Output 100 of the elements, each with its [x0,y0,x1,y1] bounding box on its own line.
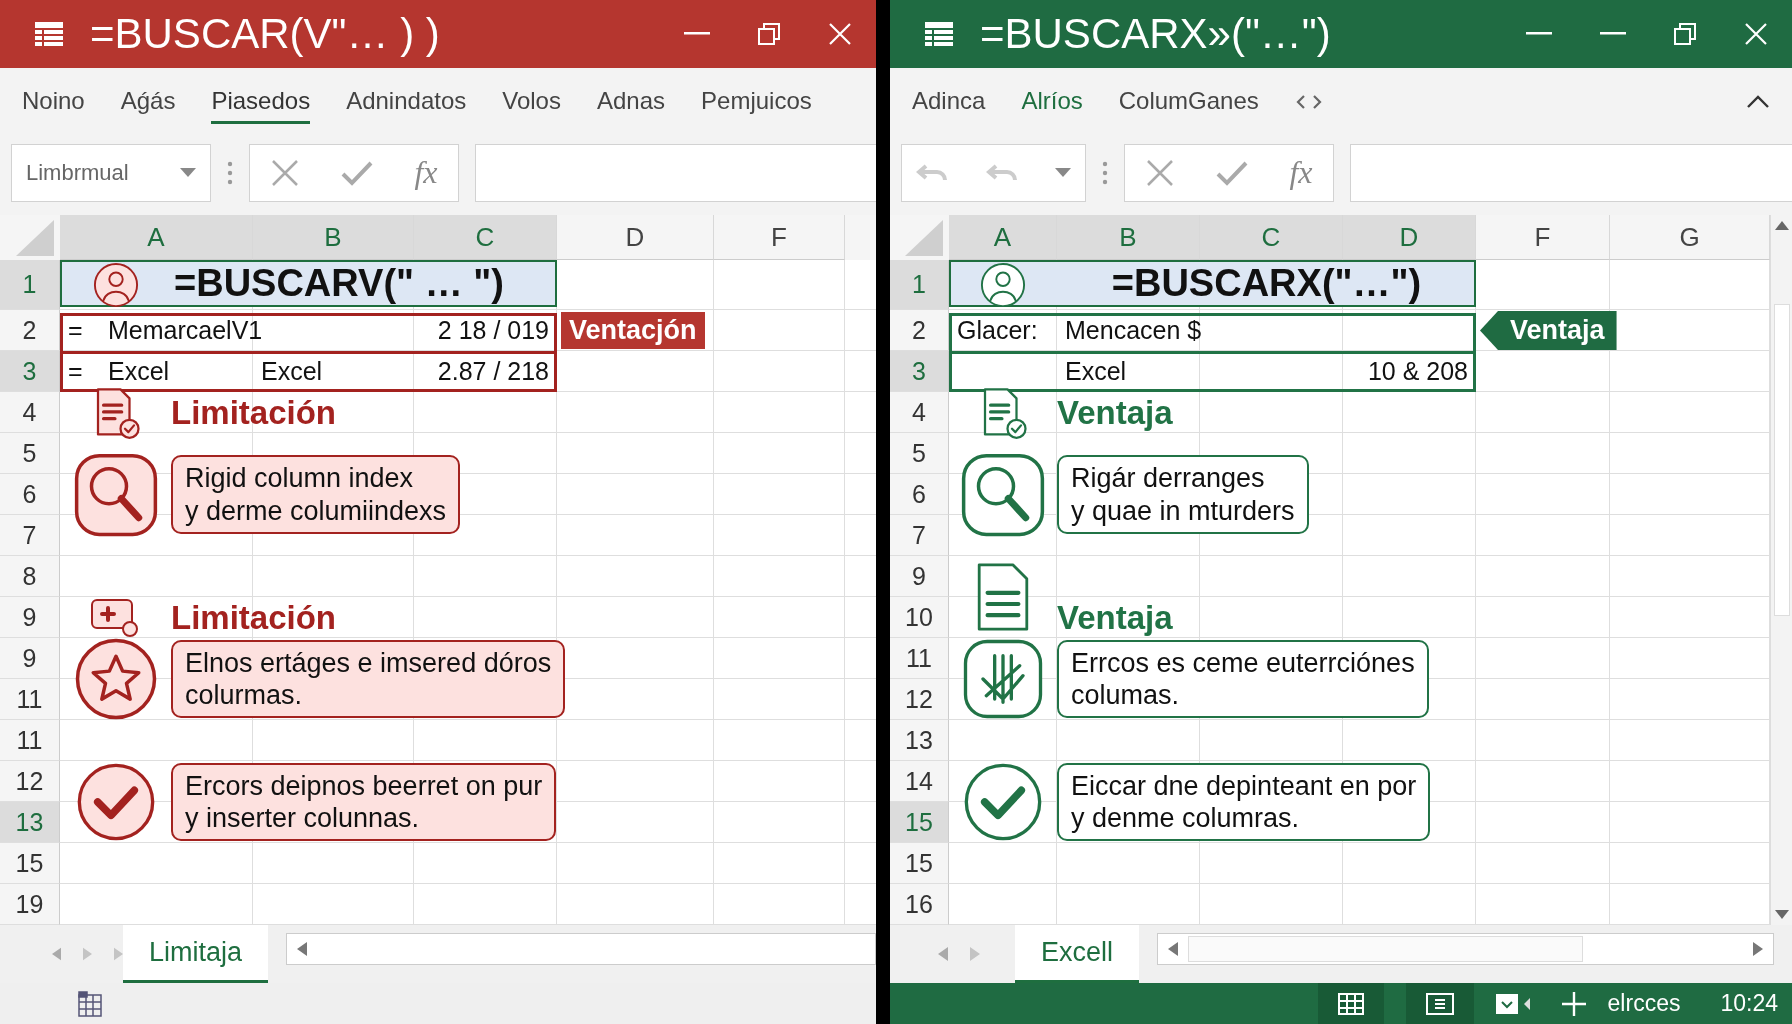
ribbon-tab[interactable]: ColumGanes [1118,79,1259,124]
more-icon[interactable] [227,160,233,185]
row-header[interactable]: 6 [0,474,60,515]
row-header[interactable]: 13 [890,720,949,761]
row-header[interactable]: 1 [0,260,60,310]
row-header[interactable]: 3 [890,351,949,392]
row-header[interactable]: 2 [0,310,60,351]
plus-icon[interactable] [1561,991,1586,1016]
ribbon-tab[interactable]: Piasedos [211,79,311,124]
chevrons-icon[interactable] [1294,93,1323,110]
row-header[interactable]: 11 [0,679,60,720]
grid-view-button[interactable] [1317,983,1384,1024]
selected-cell[interactable]: =BUSCARV(" … ") [60,260,557,307]
row-header[interactable]: 16 [890,884,949,925]
row-header[interactable]: 12 [890,679,949,720]
scroll-left-icon[interactable] [297,942,308,956]
row-header[interactable]: 1 [890,260,949,310]
column-header[interactable]: C [1200,215,1343,260]
column-header[interactable]: C [414,215,557,260]
horizontal-scrollbar[interactable] [1157,933,1774,965]
more-icon[interactable] [1102,160,1108,185]
row-header[interactable]: 9 [0,638,60,679]
select-all-icon[interactable] [903,220,943,256]
close-icon[interactable] [828,22,852,46]
table-cell-text: 10 & 208 [1366,356,1469,387]
row-header[interactable]: 15 [890,802,949,843]
row-header[interactable]: 12 [0,761,60,802]
confirm-icon[interactable] [341,159,374,186]
scroll-down-icon[interactable] [1774,910,1789,919]
row-header[interactable]: 6 [890,474,949,515]
column-header[interactable]: B [1057,215,1200,260]
insert-function-button[interactable]: fx [1289,154,1313,191]
minimize-icon[interactable] [1526,32,1552,36]
scroll-thumb[interactable] [1188,936,1583,962]
previous-sheet-icon[interactable] [938,947,948,961]
next-sheet-icon[interactable] [970,947,980,961]
callout-box: Errcos es ceme euterrciónes columas. [1057,639,1429,719]
collapse-icon[interactable] [1746,94,1770,109]
scroll-thumb[interactable] [1773,304,1790,616]
formula-input[interactable] [475,143,876,202]
row-header[interactable]: 9 [890,556,949,597]
row-header[interactable]: 15 [890,843,949,884]
ribbon-tab[interactable]: Alríos [1021,79,1083,124]
row-header[interactable]: 19 [0,884,60,925]
row-header[interactable]: 14 [890,761,949,802]
row-header[interactable]: 3 [0,351,60,392]
cancel-icon[interactable] [1145,157,1176,188]
row-header[interactable]: 7 [0,515,60,556]
row-header[interactable]: 8 [0,556,60,597]
row-header[interactable]: 5 [890,433,949,474]
name-box[interactable]: Limbrmual [11,143,211,202]
sheet-icon [924,21,954,47]
scroll-up-icon[interactable] [1774,221,1789,230]
ribbon-tab[interactable]: Adnindatos [346,79,467,124]
insert-function-button[interactable]: fx [414,154,438,191]
dropdown-caret-icon[interactable] [1055,168,1071,177]
ribbon-tab[interactable]: Noino [22,79,85,124]
sheet-tab[interactable]: Limitaja [123,925,269,983]
restore-icon[interactable] [758,23,780,45]
previous-sheet-icon[interactable] [52,947,61,961]
badge: Ventaja [1480,311,1617,350]
horizontal-scrollbar[interactable] [286,933,876,965]
select-all-icon[interactable] [14,220,54,256]
row-header[interactable]: 15 [0,843,60,884]
cancel-icon[interactable] [270,157,301,188]
row-header[interactable]: 4 [890,392,949,433]
close-icon[interactable] [1744,22,1768,46]
ribbon-tab[interactable]: Volos [502,79,561,124]
sheet-tab[interactable]: Excell [1015,925,1140,983]
formula-input[interactable] [1350,143,1792,202]
scroll-right-icon[interactable] [1753,942,1763,956]
row-header[interactable]: 5 [0,433,60,474]
dropdown-caret-icon[interactable] [180,168,196,177]
restore-icon[interactable] [1674,23,1696,45]
ribbon-tab[interactable]: Adnas [596,79,666,124]
row-header[interactable]: 2 [890,310,949,351]
row-header[interactable]: 9 [0,597,60,638]
row-header[interactable]: 10 [890,597,949,638]
column-header[interactable]: D [1343,215,1476,260]
ribbon-tab[interactable]: Aǵás [120,79,176,124]
row-header[interactable]: 13 [0,802,60,843]
row-header[interactable]: 7 [890,515,949,556]
column-header[interactable]: A [60,215,253,260]
column-header[interactable]: A [949,215,1057,260]
row-header[interactable]: 11 [890,638,949,679]
scroll-left-icon[interactable] [1168,942,1179,956]
next-sheet-icon[interactable] [83,947,92,961]
row-header[interactable]: 4 [0,392,60,433]
confirm-icon[interactable] [1216,159,1249,186]
page-view-button[interactable] [1405,983,1474,1024]
name-box[interactable] [901,143,1086,202]
sheet-icon[interactable] [78,990,102,1017]
ribbon-tab[interactable]: Adinca [912,79,986,124]
minimize-icon[interactable] [1600,32,1626,36]
row-header[interactable]: 11 [0,720,60,761]
column-header[interactable]: B [253,215,414,260]
ribbon-tab[interactable]: Pemjuicos [701,79,812,124]
minimize-icon[interactable] [684,32,710,36]
section-heading: Limitación [171,598,337,637]
selected-cell[interactable]: =BUSCARX("…") [949,260,1476,307]
